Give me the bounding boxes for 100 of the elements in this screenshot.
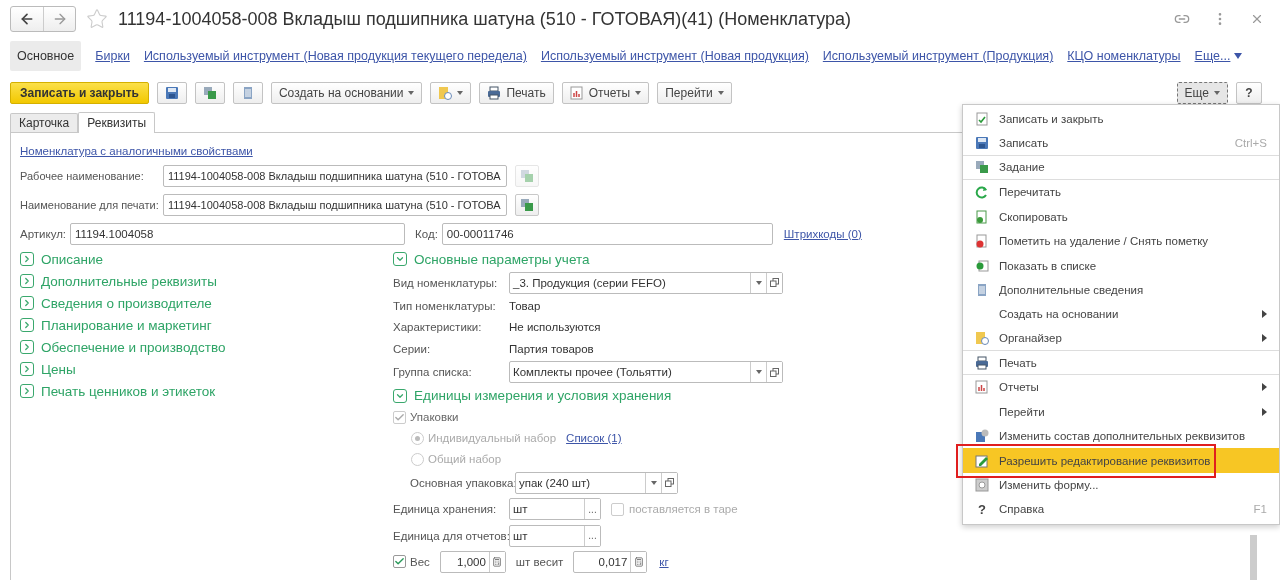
weight-field[interactable]: 0,017 bbox=[573, 550, 648, 573]
document-check-icon bbox=[975, 112, 989, 127]
submenu-arrow-icon bbox=[1262, 310, 1267, 319]
checkbox[interactable] bbox=[611, 502, 624, 516]
open-icon bbox=[665, 478, 674, 487]
open-button[interactable] bbox=[766, 362, 782, 382]
print-button[interactable]: Печать bbox=[479, 82, 554, 104]
code-field[interactable]: 00-00011746 bbox=[441, 222, 773, 245]
menu-item[interactable]: ? Справка F1 bbox=[963, 497, 1279, 522]
printer-icon bbox=[487, 86, 502, 100]
open-icon bbox=[770, 278, 779, 287]
menu-item[interactable]: Записать и закрыть bbox=[963, 107, 1279, 132]
form-settings-icon bbox=[975, 478, 989, 493]
select-field[interactable]: упак (240 шт) bbox=[515, 471, 678, 494]
article-field[interactable]: 11194.1004058 bbox=[70, 222, 406, 245]
delete-mark-icon bbox=[975, 234, 989, 249]
menu-item[interactable]: Разрешить редактирование реквизитов bbox=[963, 448, 1279, 473]
icon-button[interactable] bbox=[194, 82, 225, 104]
field-label: Код: bbox=[415, 227, 438, 240]
window-title: 11194-1004058-008 Вкладыш подшипника шатуна (510 - ГОТОВАЯ)(41) (Номенклатура) bbox=[118, 8, 852, 30]
field-label: Серии: bbox=[393, 342, 432, 355]
chevron-right-icon bbox=[20, 384, 34, 398]
nav-link[interactable]: Используемый инструмент (Продукция) bbox=[822, 49, 1054, 63]
similar-items-link[interactable]: Номенклатура с аналогичными свойствами bbox=[20, 145, 253, 157]
submenu-arrow-icon bbox=[1262, 407, 1267, 416]
organizer-button[interactable] bbox=[430, 82, 472, 104]
arrow-left-icon bbox=[19, 11, 35, 27]
field-value: Не используются bbox=[509, 321, 601, 334]
nav-link[interactable]: КЦО номенклатуры bbox=[1067, 49, 1181, 63]
menu-item[interactable]: Органайзер bbox=[963, 326, 1279, 351]
form-tab[interactable]: Реквизиты bbox=[78, 112, 156, 133]
field-label: Единица для отчетов: bbox=[393, 529, 509, 542]
choose-button[interactable]: ... bbox=[584, 499, 600, 519]
menu-item[interactable]: Изменить состав дополнительных реквизитов bbox=[963, 424, 1279, 449]
dropdown-button[interactable]: Создать на основании bbox=[270, 82, 423, 104]
reports-button[interactable]: Отчеты bbox=[561, 82, 650, 104]
chevron-down-icon bbox=[393, 388, 407, 403]
chevron-right-icon bbox=[20, 274, 34, 288]
chevron-right-icon bbox=[20, 318, 34, 332]
weight-field[interactable]: 1,000 bbox=[439, 550, 506, 573]
menu-item[interactable]: Печать bbox=[963, 350, 1279, 376]
report-chart-icon bbox=[975, 380, 989, 395]
save-and-close-button[interactable]: Записать и закрыть bbox=[10, 82, 149, 104]
menu-item[interactable]: Пометить на удаление / Снять пометку bbox=[963, 228, 1279, 254]
field-label: Тип номенклатуры: bbox=[393, 299, 497, 312]
nav-link[interactable]: Бирки bbox=[95, 49, 130, 63]
menu-item[interactable]: Перейти bbox=[963, 399, 1279, 425]
caret-icon bbox=[755, 370, 762, 374]
more-button[interactable]: Еще bbox=[1176, 82, 1228, 104]
field-label: Наименование для печати: bbox=[20, 198, 160, 211]
scrollbar[interactable] bbox=[1250, 535, 1257, 580]
calculator-button[interactable] bbox=[488, 551, 505, 572]
menu-item[interactable]: Записать Ctrl+S bbox=[963, 131, 1279, 156]
chevron-right-icon bbox=[20, 252, 34, 266]
menu-item[interactable]: Скопировать bbox=[963, 204, 1279, 229]
submenu-arrow-icon bbox=[1262, 383, 1267, 392]
menu-item[interactable]: Создать на основании bbox=[963, 302, 1279, 327]
document-lines-icon bbox=[975, 282, 989, 297]
documents-icon bbox=[520, 168, 534, 183]
close-icon bbox=[1250, 12, 1264, 26]
select-field[interactable]: _3. Продукция (серии FEFO) bbox=[509, 271, 783, 294]
menu-item[interactable]: Показать в списке bbox=[963, 253, 1279, 278]
open-button[interactable] bbox=[661, 472, 677, 493]
caret-icon bbox=[1234, 53, 1243, 59]
menu-item[interactable]: Перечитать bbox=[963, 180, 1279, 205]
unit-field[interactable]: шт ... bbox=[509, 524, 601, 547]
copy-icon bbox=[975, 209, 989, 224]
calculator-icon bbox=[492, 556, 503, 567]
choose-button[interactable]: ... bbox=[584, 525, 600, 546]
help-button[interactable]: ? bbox=[1236, 82, 1262, 104]
icon-button[interactable] bbox=[156, 82, 187, 104]
menu-item[interactable]: Изменить форму... bbox=[963, 472, 1279, 498]
checkbox[interactable] bbox=[393, 555, 406, 568]
menu-item[interactable]: Задание bbox=[963, 155, 1279, 181]
list-link[interactable]: Список (1) bbox=[566, 432, 622, 444]
star-icon[interactable] bbox=[86, 8, 108, 30]
more-link[interactable]: Еще... bbox=[1194, 49, 1243, 63]
checkbox-label: Вес bbox=[410, 555, 430, 568]
calculator-button[interactable] bbox=[630, 551, 647, 572]
select-field[interactable]: Комплекты прочее (Тольятти) bbox=[509, 361, 783, 383]
documents-icon bbox=[520, 197, 534, 212]
refresh-icon bbox=[975, 185, 989, 200]
menu-item[interactable]: Дополнительные сведения bbox=[963, 277, 1279, 303]
nav-link[interactable]: Используемый инструмент (Новая продукция текущего передела) bbox=[143, 49, 527, 63]
submenu-arrow-icon bbox=[1262, 334, 1267, 343]
name-field[interactable]: 11194-1004058-008 Вкладыш подшипника шатуна (510 - ГОТОВА bbox=[163, 193, 507, 216]
unit-field[interactable]: шт ... bbox=[509, 498, 601, 520]
barcodes-link[interactable]: Штрихкоды (0) bbox=[783, 227, 862, 240]
field-label: Артикул: bbox=[20, 227, 67, 240]
nav-link[interactable]: Основное bbox=[10, 41, 82, 71]
field-value: Партия товаров bbox=[509, 342, 594, 355]
caret-icon bbox=[755, 280, 762, 285]
menu-item[interactable]: Отчеты bbox=[963, 375, 1279, 400]
unit-link[interactable]: кг bbox=[659, 555, 669, 568]
field-label: Вид номенклатуры: bbox=[393, 276, 499, 289]
dropdown-button[interactable]: Перейти bbox=[657, 82, 732, 104]
nav-link[interactable]: Используемый инструмент (Новая продукция) bbox=[540, 49, 809, 63]
open-button[interactable] bbox=[766, 272, 782, 293]
folder-clock-icon bbox=[438, 86, 453, 100]
form-tab[interactable]: Карточка bbox=[10, 113, 79, 132]
